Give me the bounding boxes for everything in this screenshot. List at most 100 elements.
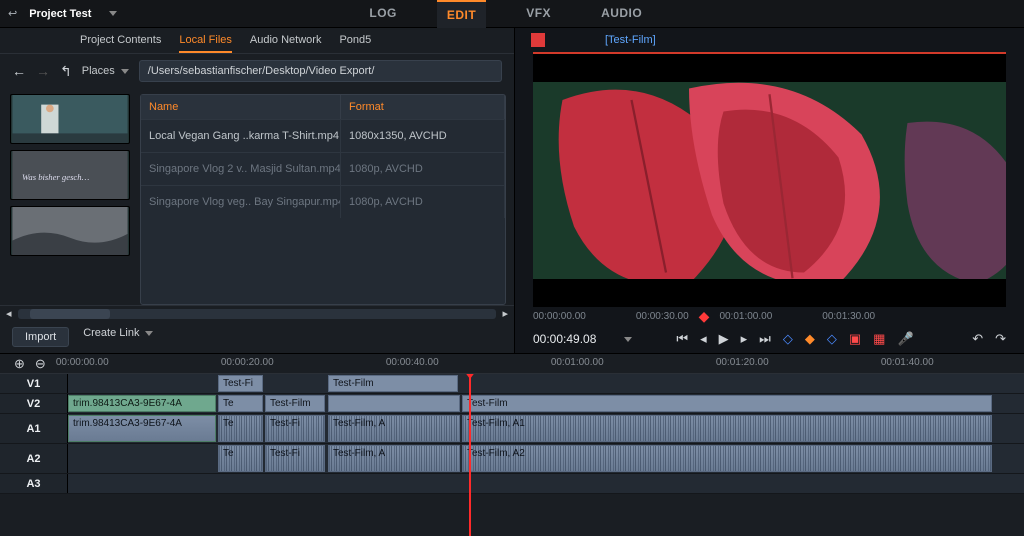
overwrite-icon[interactable]: ▦ <box>873 331 885 347</box>
undo-icon[interactable]: ↶ <box>972 331 983 347</box>
timeline-clip[interactable]: Test-Film <box>328 375 458 392</box>
subtab-pond5[interactable]: Pond5 <box>339 34 371 53</box>
file-row[interactable]: Singapore Vlog veg.. Bay Singapur.mp4 10… <box>141 185 505 218</box>
track-label[interactable]: V2 <box>0 394 68 413</box>
zoom-out-icon[interactable]: ⊖ <box>35 356 46 372</box>
record-indicator-icon <box>531 33 545 47</box>
time-ruler[interactable]: 00:00:00.00 00:00:20.00 00:00:40.00 00:0… <box>56 354 1024 374</box>
subtab-local-files[interactable]: Local Files <box>179 34 232 53</box>
col-name[interactable]: Name <box>141 95 341 119</box>
letterbox-bottom <box>533 279 1006 307</box>
timeline-panel: ⊕ ⊖ 00:00:00.00 00:00:20.00 00:00:40.00 … <box>0 353 1024 536</box>
timeline-clip[interactable]: Test-Film <box>462 395 992 412</box>
project-name[interactable]: Project Test <box>29 8 91 20</box>
track-body[interactable]: trim.98413CA3-9E67-4ATeTest-FiTest-Film,… <box>68 414 1024 443</box>
play-icon[interactable]: ▶ <box>719 331 729 347</box>
timeline-clip[interactable]: Test-Fi <box>265 445 325 472</box>
track-body[interactable]: Test-Fi Test-Film <box>68 374 1024 393</box>
file-name: Local Vegan Gang ..karma T-Shirt.mp4 <box>141 120 341 152</box>
viewer-timeline[interactable]: 00:00:00.00 00:00:30.00 ◆ 00:01:00.00 00… <box>515 307 1024 325</box>
file-row[interactable]: Singapore Vlog 2 v.. Masjid Sultan.mp4 1… <box>141 152 505 185</box>
go-start-icon[interactable]: ⏮ <box>676 331 688 347</box>
go-end-icon[interactable]: ⏭ <box>759 331 771 347</box>
timeline-clip[interactable]: Test-Film, A <box>328 445 460 472</box>
redo-icon[interactable]: ↷ <box>995 331 1006 347</box>
file-name: Singapore Vlog 2 v.. Masjid Sultan.mp4 <box>141 153 341 185</box>
file-format: 1080p, AVCHD <box>341 186 505 218</box>
timeline-clip[interactable]: trim.98413CA3-9E67-4A <box>68 395 216 412</box>
track-label[interactable]: V1 <box>0 374 68 393</box>
zoom-in-icon[interactable]: ⊕ <box>14 356 25 372</box>
create-link-button[interactable]: Create Link <box>83 327 153 347</box>
timeline-clip[interactable]: Test-Fi <box>218 375 263 392</box>
marker-icon[interactable]: ◆ <box>805 331 815 347</box>
track-body[interactable]: TeTest-FiTest-Film, ATest-Film, A2 <box>68 444 1024 473</box>
subtab-audio-network[interactable]: Audio Network <box>250 34 322 53</box>
timeline-clip[interactable] <box>328 395 460 412</box>
timeline-clip[interactable]: Test-Film, A2 <box>462 445 992 472</box>
col-format[interactable]: Format <box>341 95 505 119</box>
track-a2: A2 TeTest-FiTest-Film, ATest-Film, A2 <box>0 444 1024 474</box>
mark-in-icon[interactable]: ◇ <box>783 331 793 347</box>
clip-thumbnail[interactable] <box>10 206 130 256</box>
timeline-clip[interactable]: Test-Film <box>265 395 325 412</box>
playhead[interactable] <box>469 374 471 536</box>
track-v1: V1 Test-Fi Test-Film <box>0 374 1024 394</box>
file-row[interactable]: Local Vegan Gang ..karma T-Shirt.mp4 108… <box>141 119 505 152</box>
timeline-clip[interactable]: Te <box>218 395 263 412</box>
clip-thumbnail[interactable] <box>10 94 130 144</box>
track-body[interactable] <box>68 474 1024 493</box>
clip-thumbnail[interactable]: Was bisher gesch… <box>10 150 130 200</box>
timeline-clip[interactable]: Te <box>218 445 263 472</box>
tab-vfx[interactable]: VFX <box>516 0 561 28</box>
places-dropdown[interactable]: Places <box>82 65 129 77</box>
track-label[interactable]: A3 <box>0 474 68 493</box>
mark-out-icon[interactable]: ◇ <box>827 331 837 347</box>
insert-icon[interactable]: ▣ <box>849 331 861 347</box>
tab-edit[interactable]: EDIT <box>437 0 486 28</box>
subtab-project-contents[interactable]: Project Contents <box>80 34 161 53</box>
scroll-right-icon[interactable]: ▸ <box>502 307 508 320</box>
timecode-display[interactable]: 00:00:49.08 <box>533 332 596 346</box>
track-label[interactable]: A2 <box>0 444 68 473</box>
scroll-thumb[interactable] <box>30 309 110 319</box>
timeline-clip[interactable]: Test-Film, A <box>328 415 460 442</box>
nav-forward-icon[interactable]: → <box>36 63 50 79</box>
chevron-down-icon <box>121 69 129 74</box>
ruler-mark: 00:00:40.00 <box>386 357 439 368</box>
viewer-title[interactable]: [Test-Film] <box>605 34 656 46</box>
timeline-clip[interactable]: Test-Fi <box>265 415 325 442</box>
track-a1: A1 trim.98413CA3-9E67-4ATeTest-FiTest-Fi… <box>0 414 1024 444</box>
timeline-clip[interactable]: Test-Film, A1 <box>462 415 992 442</box>
scroll-track[interactable] <box>18 309 497 319</box>
ruler-mark: 00:00:20.00 <box>221 357 274 368</box>
scroll-left-icon[interactable]: ◂ <box>6 307 12 320</box>
ruler-mark: 00:01:40.00 <box>881 357 934 368</box>
track-a3: A3 <box>0 474 1024 494</box>
mic-icon[interactable]: 🎤 <box>897 331 913 347</box>
track-label[interactable]: A1 <box>0 414 68 443</box>
horizontal-scrollbar[interactable]: ◂ ▸ <box>0 305 514 321</box>
ruler-mark: 00:01:20.00 <box>716 357 769 368</box>
chevron-down-icon <box>145 331 153 336</box>
track-body[interactable]: trim.98413CA3-9E67-4ATeTest-FilmTest-Fil… <box>68 394 1024 413</box>
nav-up-icon[interactable]: ↰ <box>60 63 72 80</box>
workspace-tabs: LOG EDIT VFX AUDIO <box>359 0 652 28</box>
step-forward-icon[interactable]: ▸ <box>741 331 748 347</box>
file-list-header: Name Format <box>141 95 505 119</box>
nav-back-icon[interactable]: ← <box>12 63 26 79</box>
back-arrow-icon[interactable]: ↩ <box>8 7 17 20</box>
step-back-icon[interactable]: ◂ <box>700 331 707 347</box>
timecode-menu-icon[interactable] <box>624 337 632 342</box>
playhead-diamond-icon[interactable]: ◆ <box>699 308 710 325</box>
path-field[interactable]: /Users/sebastianfischer/Desktop/Video Ex… <box>139 60 502 82</box>
timeline-clip[interactable]: Te <box>218 415 263 442</box>
tab-log[interactable]: LOG <box>359 0 407 28</box>
timeline-clip[interactable]: trim.98413CA3-9E67-4A <box>68 415 216 442</box>
tab-audio[interactable]: AUDIO <box>591 0 652 28</box>
project-menu-icon[interactable] <box>109 11 117 16</box>
viewer-header: [Test-Film] <box>515 28 1024 52</box>
thumbnail-column: Was bisher gesch… <box>0 88 140 305</box>
video-viewer[interactable] <box>533 52 1006 307</box>
import-button[interactable]: Import <box>12 327 69 347</box>
